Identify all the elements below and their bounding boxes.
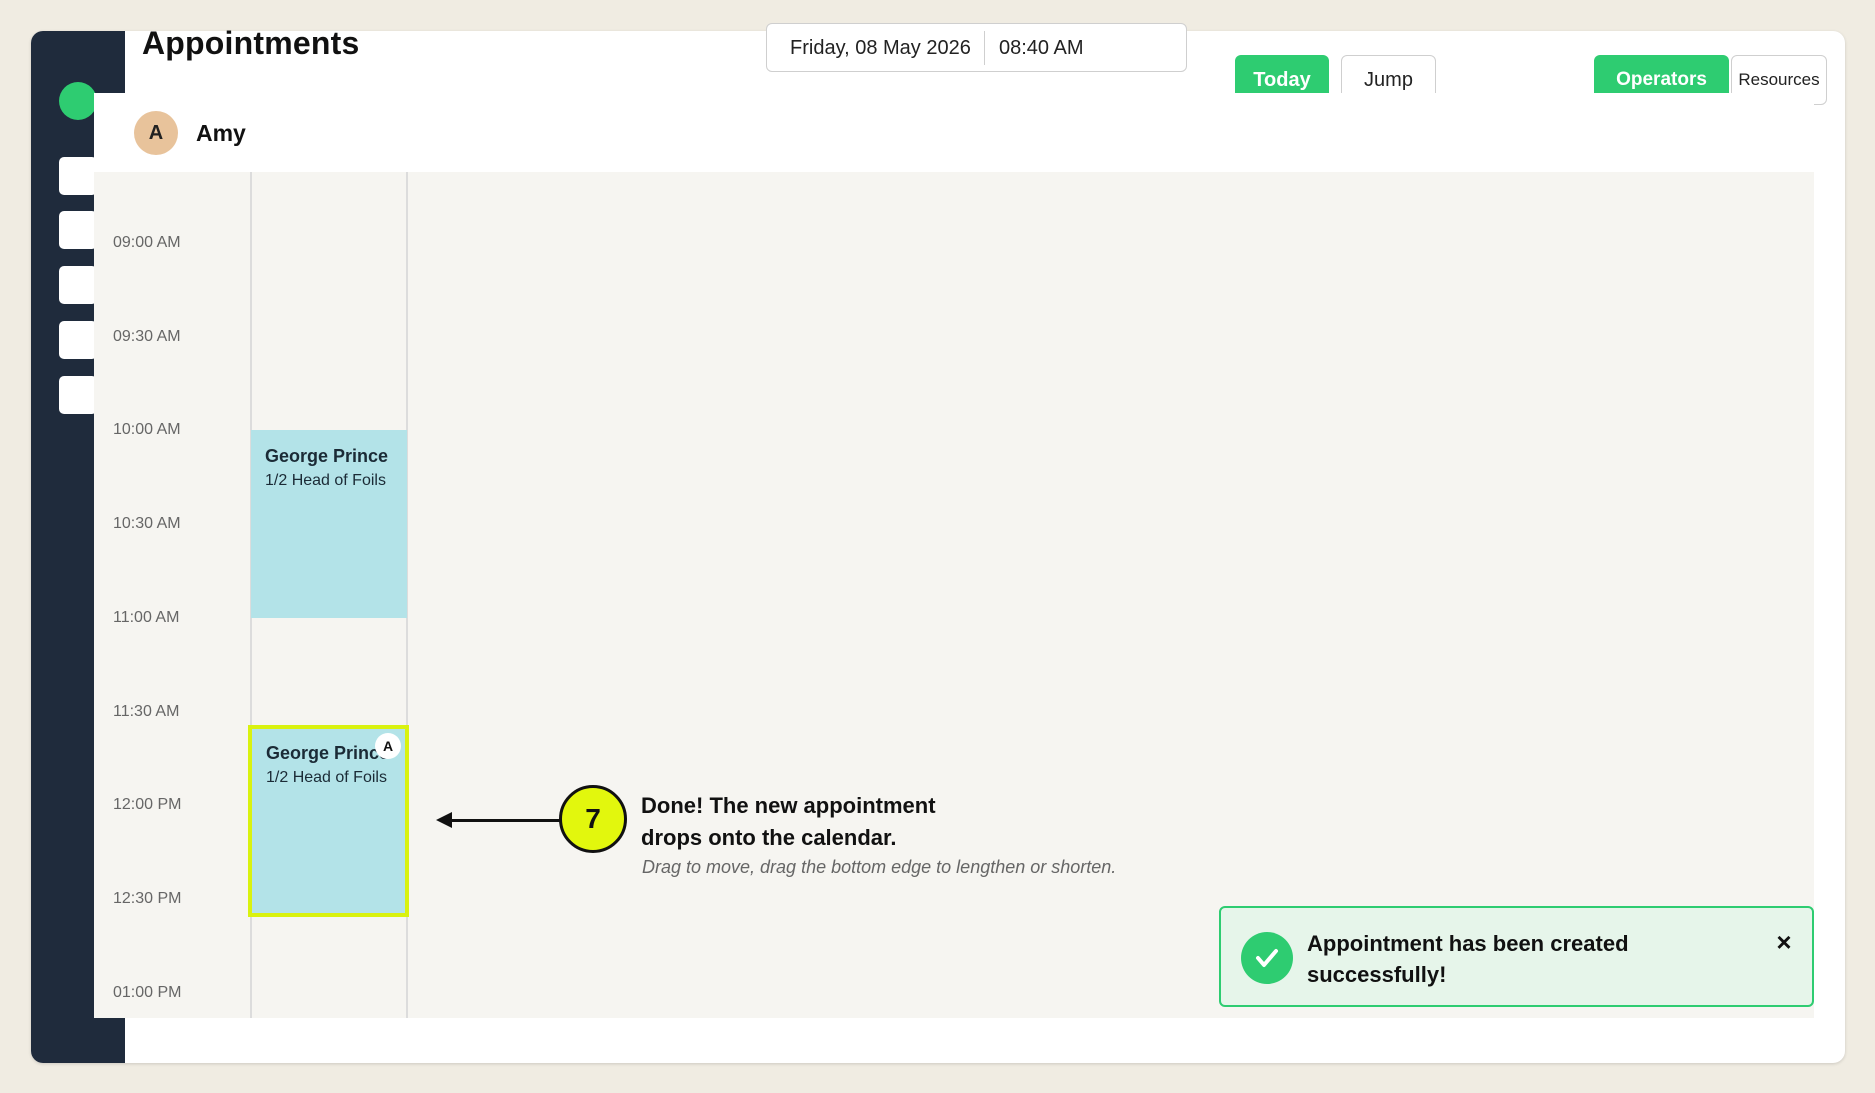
appointment-block[interactable]: George Prince 1/2 Head of Foils: [251, 430, 407, 618]
step-number: 7: [559, 785, 627, 853]
callout-arrow: [448, 819, 560, 822]
sidebar-item-2[interactable]: [59, 211, 97, 249]
new-appointment-block[interactable]: George Prince 1/2 Head of Foils A: [248, 725, 409, 917]
close-icon[interactable]: ×: [1772, 929, 1796, 955]
time-label: 09:30 AM: [113, 328, 181, 345]
operator-badge: A: [375, 733, 401, 759]
sidebar-item-1[interactable]: [59, 157, 97, 195]
success-toast: Appointment has been created successfull…: [1219, 906, 1814, 1007]
time-label: 12:30 PM: [113, 890, 182, 907]
appointment-client: George Prince: [266, 743, 390, 763]
avatar: A: [134, 111, 178, 155]
appointment-service: 1/2 Head of Foils: [265, 472, 386, 489]
callout-subtitle: Drag to move, drag the bottom edge to le…: [642, 857, 1117, 877]
time-label: 10:00 AM: [113, 421, 181, 438]
arrow-left-icon: [436, 812, 452, 828]
sidebar-item-4[interactable]: [59, 321, 97, 359]
date-time-picker[interactable]: Friday, 08 May 2026 08:40 AM: [766, 23, 1187, 72]
time-label: 09:00 AM: [113, 234, 181, 251]
time-label: 10:30 AM: [113, 515, 181, 532]
brand-logo-icon[interactable]: [59, 82, 97, 120]
check-circle-icon: [1241, 932, 1293, 984]
sidebar-item-5[interactable]: [59, 376, 97, 414]
callout-title: Done! The new appointment drops onto the…: [641, 793, 936, 850]
appointment-client: George Prince: [265, 446, 389, 466]
toast-message: Appointment has been created successfull…: [1307, 931, 1629, 987]
time-label: 01:00 PM: [113, 984, 182, 1001]
sidebar-item-3[interactable]: [59, 266, 97, 304]
page-title: Appointments: [142, 25, 360, 61]
time-label: 12:00 PM: [113, 796, 182, 813]
time-label: 11:30 AM: [113, 703, 180, 720]
time-field[interactable]: 08:40 AM: [999, 37, 1084, 60]
operator-name: Amy: [196, 120, 246, 146]
date-field[interactable]: Friday, 08 May 2026: [790, 37, 971, 60]
time-label: 11:00 AM: [113, 609, 180, 626]
appointment-service: 1/2 Head of Foils: [266, 769, 387, 786]
divider: [984, 31, 985, 65]
